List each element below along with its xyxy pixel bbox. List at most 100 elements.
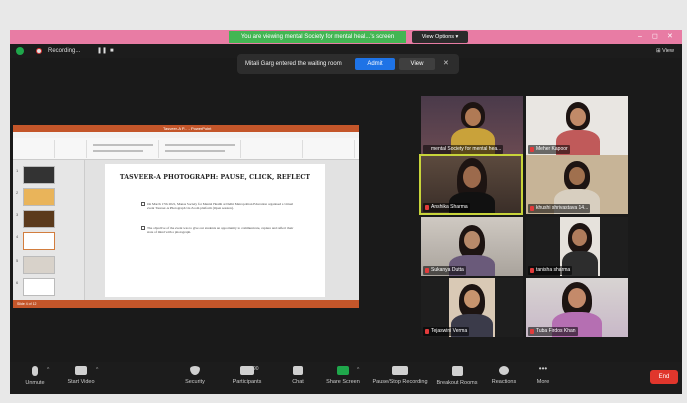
microphone-muted-icon: [32, 366, 38, 376]
slide-thumbnails: 1 2 3 4 5 6: [13, 160, 85, 300]
shield-icon: [190, 366, 200, 375]
pause-stop-icon: [392, 366, 408, 375]
participant-tile[interactable]: Sukanya Dutta: [421, 217, 523, 276]
participant-name: Sukanya Dutta: [423, 266, 466, 275]
slide-thumbnail[interactable]: [23, 256, 55, 274]
participant-name: tanisha sharma: [528, 266, 573, 275]
muted-mic-icon: [425, 268, 429, 273]
share-screen-button[interactable]: Share Screen: [318, 366, 368, 386]
breakout-rooms-button[interactable]: Breakout Rooms: [432, 366, 482, 387]
thumb-number: 5: [16, 258, 19, 263]
ribbon-group: [15, 140, 55, 158]
admit-button[interactable]: Admit: [355, 58, 395, 70]
participant-name: Meher Kapoor: [528, 145, 570, 154]
participant-tile[interactable]: tanisha sharma: [526, 217, 628, 276]
participant-tile[interactable]: mental Society for mental hea...: [421, 96, 523, 155]
ribbon-control: [165, 144, 235, 146]
more-dots-icon: •••: [538, 364, 548, 373]
slide-title: TASVEER-A PHOTOGRAPH: PAUSE, CLICK, REFL…: [119, 174, 311, 181]
participants-count: 90: [253, 366, 259, 372]
share-screen-icon: [337, 366, 349, 375]
smiley-icon: [499, 366, 509, 375]
slide-bullet: The objective of the event was to give o…: [141, 226, 297, 235]
pause-stop-recording-button[interactable]: Pause/Stop Recording: [370, 366, 430, 386]
start-video-button[interactable]: Start Video: [56, 366, 106, 386]
waiting-room-message: Mitali Garg entered the waiting room: [245, 61, 342, 67]
screen-share-banner: You are viewing mental Society for menta…: [229, 31, 406, 43]
more-button[interactable]: ••• More: [518, 364, 568, 386]
ribbon-control: [93, 150, 143, 152]
minimize-icon[interactable]: –: [638, 31, 642, 43]
thumb-number: 3: [16, 212, 19, 217]
view-options-button[interactable]: View Options ▾: [412, 31, 468, 43]
end-meeting-button[interactable]: End: [650, 370, 678, 384]
muted-mic-icon: [530, 147, 534, 152]
participant-tile[interactable]: khushi shrivastava 14...: [526, 155, 628, 214]
participant-face: [464, 231, 480, 249]
current-slide: TASVEER-A PHOTOGRAPH: PAUSE, CLICK, REFL…: [105, 164, 325, 297]
participant-tile[interactable]: Tejaswini Verma: [421, 278, 523, 337]
thumb-number: 1: [16, 168, 19, 173]
stop-recording-icon[interactable]: ■: [110, 46, 114, 56]
thumb-number: 2: [16, 190, 19, 195]
participant-name: khushi shrivastava 14...: [528, 204, 591, 213]
participant-face: [570, 108, 586, 126]
participant-tile[interactable]: Tuba Firdos Khan: [526, 278, 628, 337]
pause-recording-icon[interactable]: ❚❚: [97, 46, 107, 56]
participant-face: [463, 166, 481, 188]
share-options-chevron-icon[interactable]: ^: [357, 367, 359, 373]
bullet-checkbox-icon: [141, 226, 145, 230]
unmute-button[interactable]: Unmute: [10, 366, 60, 387]
close-icon[interactable]: ✕: [667, 31, 673, 43]
ribbon-control: [165, 150, 225, 152]
participant-face: [464, 290, 480, 308]
slide-thumbnail-selected[interactable]: [23, 232, 55, 250]
waiting-room-notification: Mitali Garg entered the waiting room Adm…: [237, 54, 459, 74]
slide-thumbnail[interactable]: [23, 278, 55, 296]
powerpoint-status-bar: Slide 4 of 12: [13, 300, 359, 308]
slide-thumbnail[interactable]: [23, 210, 55, 228]
ribbon-group: [161, 140, 241, 158]
ribbon: [13, 138, 359, 160]
thumb-number: 6: [16, 280, 19, 285]
close-notification-icon[interactable]: ✕: [443, 54, 449, 74]
participant-name: Tuba Firdos Khan: [528, 327, 578, 336]
ribbon-control: [93, 144, 153, 146]
maximize-icon[interactable]: ◻: [652, 31, 658, 43]
powerpoint-title-bar: Tasveer-A P... - PowerPoint: [13, 125, 359, 132]
slide-editor: TASVEER-A PHOTOGRAPH: PAUSE, CLICK, REFL…: [85, 160, 359, 300]
breakout-rooms-icon: [451, 366, 463, 376]
bullet-checkbox-icon: [141, 202, 145, 206]
muted-mic-icon: [530, 329, 534, 334]
participant-name: Tejaswini Verma: [423, 327, 470, 336]
slide-thumbnail[interactable]: [23, 188, 55, 206]
shared-screen: Tasveer-A P... - PowerPoint 1 2 3 4 5 6 …: [13, 125, 359, 308]
slide-thumbnail[interactable]: [23, 166, 55, 184]
muted-mic-icon: [425, 329, 429, 334]
participant-face: [572, 229, 587, 246]
powerpoint-window-title: Tasveer-A P... - PowerPoint: [163, 126, 212, 131]
slide-count: Slide 4 of 12: [17, 302, 37, 306]
muted-mic-icon: [425, 205, 429, 210]
view-waiting-room-button[interactable]: View: [399, 58, 435, 70]
ribbon-group: [243, 140, 303, 158]
participant-face: [568, 288, 586, 308]
view-button[interactable]: ⊞ View: [656, 46, 674, 56]
participant-tile-active-speaker[interactable]: Anshika Sharma: [419, 154, 523, 215]
muted-mic-icon: [530, 268, 534, 273]
participants-button[interactable]: Participants: [222, 366, 272, 386]
security-button[interactable]: Security: [170, 366, 220, 386]
ribbon-group: [57, 140, 87, 158]
participants-icon: [240, 366, 254, 375]
recording-label: Recording...: [48, 48, 81, 54]
participant-name: Anshika Sharma: [423, 203, 470, 212]
video-camera-off-icon: [75, 366, 87, 375]
chat-bubble-icon: [293, 366, 303, 375]
participant-name: mental Society for mental hea...: [423, 145, 504, 154]
chat-button[interactable]: Chat: [273, 366, 323, 386]
audio-options-chevron-icon[interactable]: ^: [47, 367, 49, 373]
participant-tile[interactable]: Meher Kapoor: [526, 96, 628, 155]
security-shield-icon[interactable]: [16, 47, 24, 55]
video-options-chevron-icon[interactable]: ^: [96, 367, 98, 373]
ribbon-group: [89, 140, 159, 158]
